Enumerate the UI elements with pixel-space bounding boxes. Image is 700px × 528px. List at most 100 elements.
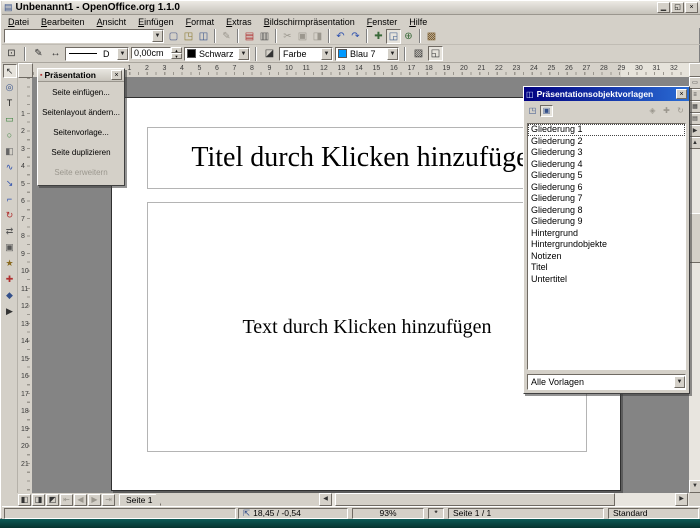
line-width-spin-arrows[interactable]: ▲ ▼ (171, 47, 182, 61)
stylist-title-bar[interactable]: ◫ Präsentationsobjektvorlagen × (524, 87, 689, 101)
v-ruler[interactable]: 123456789101112131415161718192021 (18, 78, 33, 493)
status-zoom-field[interactable]: 93% (352, 508, 424, 519)
line-attributes-icon[interactable]: ✎ (31, 46, 46, 61)
menu-format[interactable]: Format (180, 17, 221, 27)
3d-controller-icon[interactable]: ◆ (3, 288, 17, 302)
stylist-filter-dropdown-button[interactable]: ▼ (674, 376, 685, 388)
line-style-combobox[interactable]: D ▼ (65, 47, 129, 61)
menu-hilfe[interactable]: Hilfe (403, 17, 433, 27)
alignment-icon[interactable]: ⇄ (3, 224, 17, 238)
style-list-item[interactable]: Hintergrundobjekte (528, 239, 685, 251)
palette-item[interactable]: Seitenlayout ändern... (38, 102, 124, 122)
save-document-icon[interactable]: ◫ (196, 29, 211, 44)
fill-color-combobox[interactable]: Blau 7 ▼ (335, 47, 399, 61)
edit-points-icon[interactable]: ⊡ (4, 46, 19, 61)
menu-einfgen[interactable]: Einfügen (132, 17, 180, 27)
line-width-stepper[interactable]: ▲ ▼ (131, 47, 182, 61)
style-list-item[interactable]: Gliederung 3 (528, 147, 685, 159)
text-icon[interactable]: T (3, 96, 17, 110)
scroll-up-icon[interactable]: ▲ (689, 137, 700, 149)
close-button[interactable]: × (685, 2, 698, 13)
menu-bearbeiten[interactable]: Bearbeiten (35, 17, 91, 27)
style-list-item[interactable]: Titel (528, 262, 685, 274)
zoom-icon[interactable]: ◎ (3, 80, 17, 94)
lines-arrows-icon[interactable]: ↘ (3, 176, 17, 190)
h-ruler[interactable]: 1234567891011121314151617181920212223242… (33, 63, 689, 78)
style-list-item[interactable]: Gliederung 5 (528, 170, 685, 182)
presentation-box-toggle-icon[interactable]: ◱ (428, 46, 443, 61)
spin-down-icon[interactable]: ▼ (171, 53, 182, 59)
navigator-icon[interactable]: ✚ (371, 29, 386, 44)
3d-objects-icon[interactable]: ◧ (3, 144, 17, 158)
horizontal-scrollbar[interactable]: ◀ ▶ (319, 493, 689, 506)
url-combobox[interactable]: ▼ (4, 29, 164, 43)
arrow-style-icon[interactable]: ↔ (48, 46, 63, 61)
fill-style-dropdown-button[interactable]: ▼ (321, 48, 332, 60)
minimize-button[interactable]: ▁ (657, 2, 670, 13)
shadow-icon[interactable]: ▨ (411, 46, 426, 61)
stylist-style-list[interactable]: Gliederung 1Gliederung 2Gliederung 3Glie… (527, 123, 686, 370)
body-placeholder[interactable]: Text durch Klicken hinzufügen (147, 202, 587, 452)
restore-button[interactable]: ◱ (671, 2, 684, 13)
rectangle-icon[interactable]: ▭ (3, 112, 17, 126)
export-pdf-icon[interactable]: ▤ (242, 29, 257, 44)
style-list-item[interactable]: Gliederung 7 (528, 193, 685, 205)
scroll-left-icon[interactable]: ◀ (319, 493, 332, 506)
curve-icon[interactable]: ∿ (3, 160, 17, 174)
palette-title-bar[interactable]: ▪ Präsentation × (38, 69, 124, 82)
style-list-item[interactable]: Gliederung 8 (528, 205, 685, 217)
palette-close-button[interactable]: × (111, 70, 122, 80)
rotate-icon[interactable]: ↻ (3, 208, 17, 222)
style-list-item[interactable]: Gliederung 6 (528, 182, 685, 194)
ruler-options-button[interactable] (689, 63, 700, 77)
redo-icon[interactable]: ↷ (348, 29, 363, 44)
style-list-item[interactable]: Gliederung 9 (528, 216, 685, 228)
scroll-down-icon[interactable]: ▼ (689, 480, 700, 493)
hyperlink-icon[interactable]: ⊕ (401, 29, 416, 44)
connector-icon[interactable]: ⌐ (3, 192, 17, 206)
ellipse-icon[interactable]: ○ (3, 128, 17, 142)
style-list-item[interactable]: Gliederung 1 (528, 124, 685, 136)
menu-bildschirmprsentation[interactable]: Bildschirmpräsentation (258, 17, 361, 27)
slide-view-icon[interactable]: ▦ (689, 101, 700, 113)
gallery-icon[interactable]: ▩ (424, 29, 439, 44)
area-style-icon[interactable]: ◪ (262, 46, 277, 61)
notes-view-icon[interactable]: ▤ (689, 113, 700, 125)
fill-style-combobox[interactable]: Farbe ▼ (279, 47, 333, 61)
undo-icon[interactable]: ↶ (333, 29, 348, 44)
style-list-item[interactable]: Notizen (528, 251, 685, 263)
stylist-close-button[interactable]: × (676, 89, 687, 99)
menu-ansicht[interactable]: Ansicht (91, 17, 133, 27)
interaction-icon[interactable]: ✚ (3, 272, 17, 286)
arrange-icon[interactable]: ▣ (3, 240, 17, 254)
scroll-right-icon[interactable]: ▶ (675, 493, 688, 506)
style-list-item[interactable]: Untertitel (528, 274, 685, 286)
start-presentation-icon[interactable]: ▶ (689, 125, 700, 137)
palette-item[interactable]: Seite einfügen... (38, 82, 124, 102)
vertical-scrollbar-thumb[interactable] (689, 213, 700, 263)
page-mode-icon[interactable]: ◧ (18, 494, 31, 506)
line-style-dropdown-button[interactable]: ▼ (117, 48, 128, 60)
palette-item[interactable]: Seite duplizieren (38, 142, 124, 162)
menu-fenster[interactable]: Fenster (361, 17, 404, 27)
url-dropdown-button[interactable]: ▼ (152, 30, 163, 42)
open-document-icon[interactable]: ◳ (181, 29, 196, 44)
master-mode-icon[interactable]: ◨ (32, 494, 45, 506)
stylist-filter-combobox[interactable]: Alle Vorlagen ▼ (527, 374, 686, 390)
outline-view-icon[interactable]: ≡ (689, 89, 700, 101)
presentation-icon[interactable]: ▶ (3, 304, 17, 318)
style-list-item[interactable]: Gliederung 4 (528, 159, 685, 171)
line-width-input[interactable] (131, 47, 171, 59)
drawing-view-icon[interactable]: ▭ (689, 77, 700, 89)
line-color-dropdown-button[interactable]: ▼ (238, 48, 249, 60)
line-color-combobox[interactable]: Schwarz ▼ (184, 47, 250, 61)
style-list-item[interactable]: Hintergrund (528, 228, 685, 240)
menu-extras[interactable]: Extras (220, 17, 258, 27)
status-template-field[interactable]: Standard (608, 508, 699, 519)
style-list-item[interactable]: Gliederung 2 (528, 136, 685, 148)
title-placeholder[interactable]: Titel durch Klicken hinzufügen (147, 127, 587, 189)
menu-datei[interactable]: Datei (2, 17, 35, 27)
horizontal-scrollbar-thumb[interactable] (335, 493, 615, 506)
fill-color-dropdown-button[interactable]: ▼ (387, 48, 398, 60)
select-icon[interactable]: ↖ (3, 64, 17, 78)
